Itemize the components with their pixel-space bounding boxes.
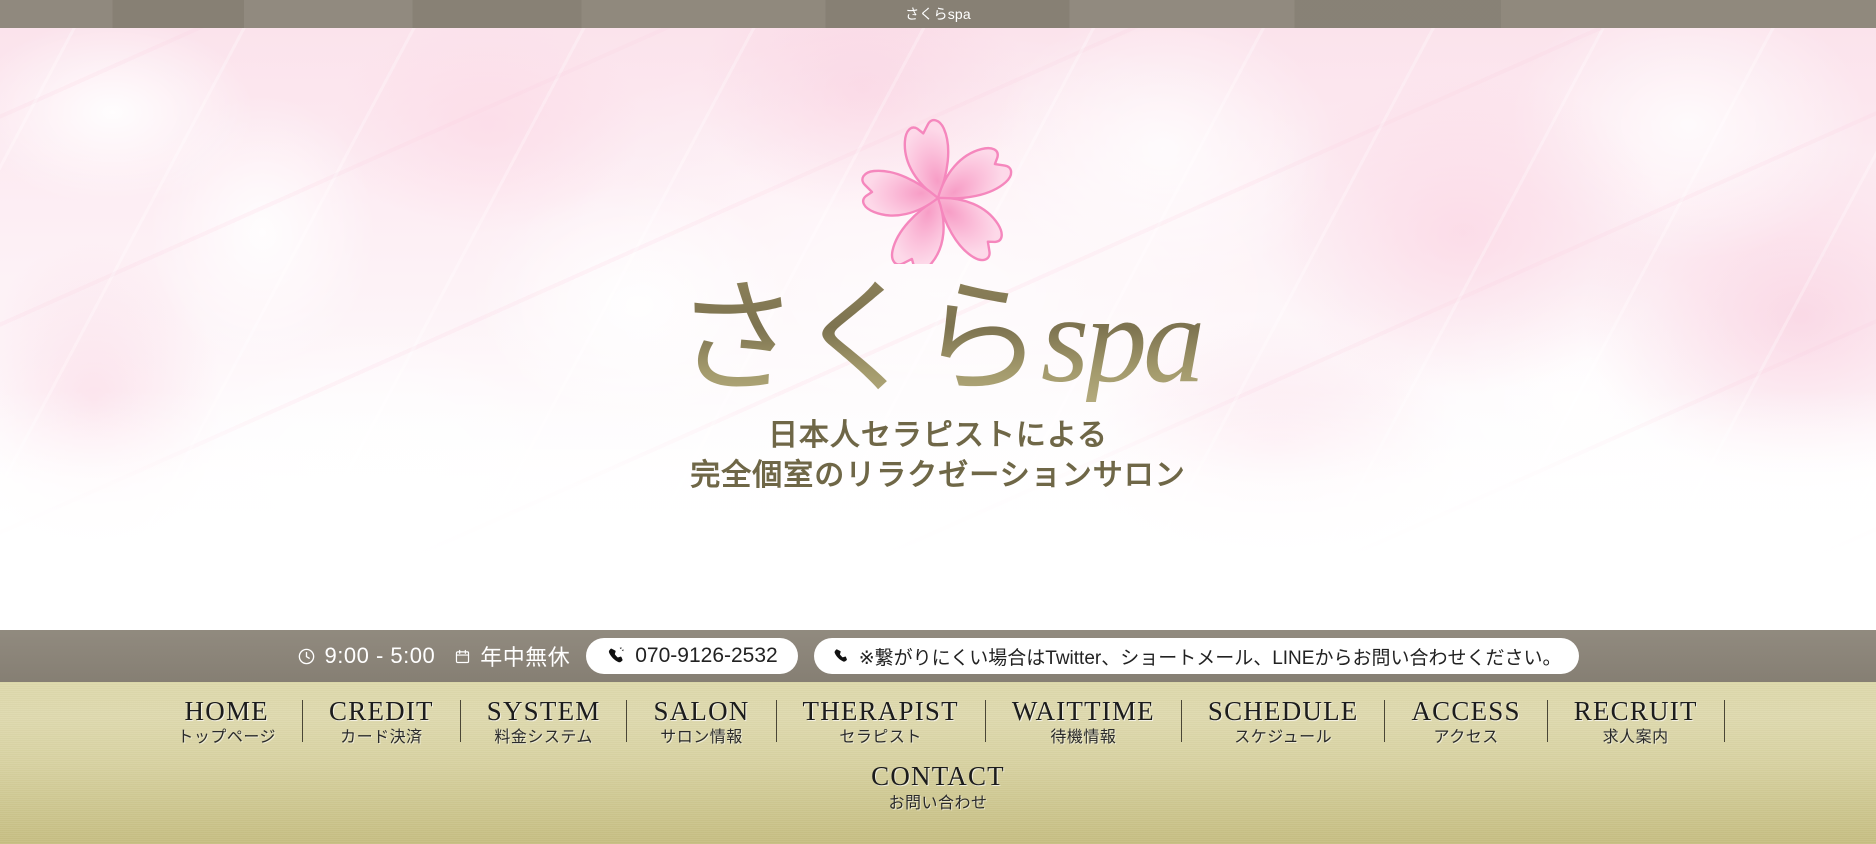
- phone-number-text: 070-9126-2532: [635, 644, 778, 667]
- nav-item-credit[interactable]: CREDIT カード決済: [303, 696, 460, 747]
- nav-item-label-ja: お問い合わせ: [888, 794, 988, 812]
- nav-item-access[interactable]: ACCESS アクセス: [1385, 696, 1546, 747]
- nav-item-label-ja: 求人案内: [1602, 729, 1669, 747]
- contact-note-button[interactable]: ※繋がりにくい場合はTwitter、ショートメール、LINEからお問い合わせくだ…: [813, 638, 1580, 674]
- nav-item-salon[interactable]: SALON サロン情報: [627, 696, 775, 747]
- nav-item-label-en: SCHEDULE: [1207, 696, 1359, 726]
- nav-item-waittime[interactable]: WAITTIME 待機情報: [986, 696, 1181, 747]
- window-title: さくらspa: [905, 6, 971, 22]
- sakura-blossom-icon: [854, 106, 1022, 264]
- clock-icon: [297, 647, 316, 666]
- phone-icon: [832, 647, 850, 665]
- hero-tagline-line2: 完全個室のリラクゼーションサロン: [690, 458, 1186, 492]
- nav-item-label-en: CONTACT: [871, 761, 1005, 792]
- business-hours-block: 9:00 - 5:00 年中無休: [297, 640, 571, 672]
- nav-item-label-ja: スケジュール: [1234, 729, 1333, 747]
- holiday-text: 年中無休: [480, 645, 571, 670]
- nav-item-home[interactable]: HOME トップページ: [151, 696, 302, 747]
- nav-item-label-ja: 待機情報: [1050, 729, 1117, 747]
- window-title-bar: さくらspa: [0, 0, 1876, 28]
- contact-note-text: ※繋がりにくい場合はTwitter、ショートメール、LINEからお問い合わせくだ…: [858, 647, 1562, 669]
- hero-banner: さくらspa 日本人セラピストによる 完全個室のリラクゼーションサロン: [0, 28, 1876, 630]
- nav-item-label-en: SYSTEM: [486, 696, 601, 726]
- site-logo-wordmark: さくらspa: [675, 278, 1201, 402]
- logo-wordmark-ja: さくら: [674, 271, 1041, 408]
- nav-item-system[interactable]: SYSTEM 料金システム: [461, 696, 627, 747]
- nav-item-label-en: HOME: [184, 696, 269, 726]
- nav-item-contact[interactable]: CONTACT お問い合わせ: [845, 761, 1031, 812]
- main-navigation: HOME トップページ CREDIT カード決済 SYSTEM 料金システム S…: [0, 682, 1876, 844]
- nav-row-secondary: CONTACT お問い合わせ: [0, 761, 1876, 812]
- nav-item-label-en: RECRUIT: [1573, 696, 1698, 726]
- nav-item-label-ja: サロン情報: [660, 729, 743, 747]
- nav-item-label-ja: トップページ: [177, 729, 277, 747]
- info-bar: 9:00 - 5:00 年中無休 070-9126-2532 ※繋がりにくい場合…: [0, 630, 1876, 682]
- nav-item-label-ja: カード決済: [340, 729, 423, 747]
- nav-item-label-ja: 料金システム: [494, 729, 593, 747]
- nav-item-label-ja: アクセス: [1433, 729, 1499, 747]
- hero-tagline: 日本人セラピストによる 完全個室のリラクゼーションサロン: [690, 416, 1185, 495]
- nav-item-label-en: THERAPIST: [802, 696, 959, 726]
- hero-tagline-line1: 日本人セラピストによる: [767, 419, 1109, 452]
- nav-item-label-en: ACCESS: [1411, 696, 1521, 726]
- nav-item-label-en: CREDIT: [329, 696, 434, 726]
- nav-item-recruit[interactable]: RECRUIT 求人案内: [1548, 696, 1724, 747]
- phone-number-button[interactable]: 070-9126-2532: [586, 638, 798, 674]
- nav-item-therapist[interactable]: THERAPIST セラピスト: [777, 696, 985, 747]
- nav-row-primary: HOME トップページ CREDIT カード決済 SYSTEM 料金システム S…: [0, 696, 1876, 747]
- nav-item-schedule[interactable]: SCHEDULE スケジュール: [1182, 696, 1385, 747]
- nav-separator: [1723, 700, 1725, 742]
- nav-item-label-ja: セラピスト: [839, 729, 922, 747]
- business-hours-text: 9:00 - 5:00: [324, 643, 436, 668]
- nav-item-label-en: WAITTIME: [1011, 696, 1155, 726]
- calendar-icon: [454, 648, 471, 665]
- logo-wordmark-latin: spa: [1040, 271, 1202, 408]
- phone-icon: [606, 646, 626, 666]
- nav-item-label-en: SALON: [653, 696, 750, 726]
